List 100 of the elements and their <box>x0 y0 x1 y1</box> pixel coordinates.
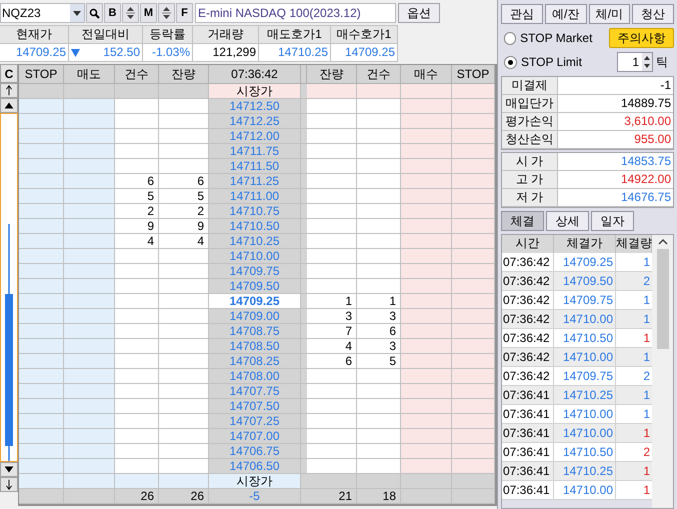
ladder-cell <box>115 324 159 339</box>
scroll-thumb[interactable] <box>656 249 668 349</box>
price-cell: 14708.75 <box>209 324 301 339</box>
ladder-cell <box>401 459 452 474</box>
ladder-cell <box>401 294 452 309</box>
trade-time: 07:36:42 <box>502 329 554 348</box>
ladder-cell <box>357 474 401 489</box>
total-cell: 26 <box>159 489 209 504</box>
side-button[interactable]: 청산 <box>632 4 674 24</box>
ladder-cell: 6 <box>357 324 401 339</box>
ladder-cell <box>401 279 452 294</box>
ladder-cell <box>19 399 64 414</box>
price-cell: 14712.00 <box>209 129 301 144</box>
trade-price: 14709.50 <box>554 272 616 291</box>
spin-button[interactable] <box>122 3 139 23</box>
spin-button[interactable] <box>158 3 175 23</box>
ladder-cell <box>452 84 495 99</box>
radio-button[interactable] <box>504 56 517 68</box>
column-header: 07:36:42 <box>209 65 301 84</box>
ladder-cell <box>452 219 495 234</box>
ladder-cell <box>64 114 115 129</box>
tab[interactable]: 상세 <box>546 211 589 231</box>
tab[interactable]: 일자 <box>591 211 634 231</box>
ladder-cell <box>115 129 159 144</box>
scrollbar[interactable] <box>652 235 673 508</box>
ladder-cell <box>357 219 401 234</box>
trade-price: 14710.00 <box>554 424 616 443</box>
ladder-cell <box>159 279 209 294</box>
ladder-cell: 4 <box>307 339 357 354</box>
ladder-cell <box>307 234 357 249</box>
ladder-cell: 6 <box>115 174 159 189</box>
ladder-cell <box>159 339 209 354</box>
side-button[interactable]: 관심 <box>501 4 543 24</box>
search-button[interactable] <box>86 3 103 23</box>
info-value: 955.00 <box>558 131 673 149</box>
ladder-cell <box>19 144 64 159</box>
spinner-arrows-icon <box>642 53 652 71</box>
ladder-cell <box>64 84 115 99</box>
tick-spinner[interactable]: 1 <box>617 52 653 72</box>
ladder-cell <box>307 459 357 474</box>
ladder-cell: 1 <box>307 294 357 309</box>
ladder-cell <box>115 84 159 99</box>
toolbar-button[interactable]: F <box>176 3 193 23</box>
ladder-cell <box>64 129 115 144</box>
ladder-cell: 6 <box>307 354 357 369</box>
clear-button[interactable]: C <box>0 64 18 83</box>
trade-quantity: 1 <box>616 348 652 367</box>
ladder-cell <box>64 444 115 459</box>
price-cell: 14708.50 <box>209 339 301 354</box>
ladder-cell <box>452 324 495 339</box>
notice-button[interactable]: 주의사항 <box>609 28 674 48</box>
ladder-cell <box>115 444 159 459</box>
market-price-cell: 시장가 <box>209 474 301 489</box>
radio-button[interactable] <box>504 32 516 44</box>
ladder-cell <box>452 384 495 399</box>
ladder-cell: 2 <box>115 204 159 219</box>
ladder-cell <box>159 459 209 474</box>
ladder-cell <box>401 219 452 234</box>
tab[interactable]: 체결 <box>501 211 544 231</box>
ladder-cell <box>19 264 64 279</box>
info-label: 시 가 <box>502 153 558 171</box>
option-button[interactable]: 옵션 <box>398 3 440 23</box>
trade-time: 07:36:41 <box>502 405 554 424</box>
ladder-cell <box>452 294 495 309</box>
toolbar-button[interactable]: M <box>140 3 157 23</box>
side-button[interactable]: 체/미 <box>588 4 630 24</box>
trade-price: 14710.50 <box>554 329 616 348</box>
ladder-cell <box>357 114 401 129</box>
ladder-cell <box>401 369 452 384</box>
ladder-cell <box>307 84 357 99</box>
toolbar-button[interactable]: B <box>104 3 121 23</box>
price-cell: 14711.25 <box>209 174 301 189</box>
ladder-cell <box>452 264 495 279</box>
ladder-cell <box>64 309 115 324</box>
ladder-cell <box>19 429 64 444</box>
ladder-cell: 3 <box>357 309 401 324</box>
ladder-cell <box>452 279 495 294</box>
ladder-cell <box>452 234 495 249</box>
symbol-code: NQZ23 <box>2 5 41 22</box>
ladder-cell: 3 <box>307 309 357 324</box>
ladder-cell <box>64 489 115 504</box>
price-cell: 14709.25 <box>209 294 301 309</box>
ladder-cell <box>64 384 115 399</box>
ladder-cell <box>357 249 401 264</box>
ladder-cell <box>357 129 401 144</box>
symbol-field[interactable]: NQZ23 <box>0 3 85 23</box>
trade-time: 07:36:41 <box>502 443 554 462</box>
ladder-cell <box>357 159 401 174</box>
ladder-cell <box>64 159 115 174</box>
side-button[interactable]: 예/잔 <box>544 4 586 24</box>
ladder-cell <box>307 129 357 144</box>
trade-time: 07:36:41 <box>502 462 554 481</box>
ladder-cell <box>19 219 64 234</box>
ladder-cell <box>115 159 159 174</box>
ladder-cell <box>19 84 64 99</box>
ladder-cell <box>307 474 357 489</box>
ladder-cell <box>357 384 401 399</box>
ladder-cell <box>357 399 401 414</box>
total-cell: 18 <box>357 489 401 504</box>
ladder-cell <box>159 159 209 174</box>
